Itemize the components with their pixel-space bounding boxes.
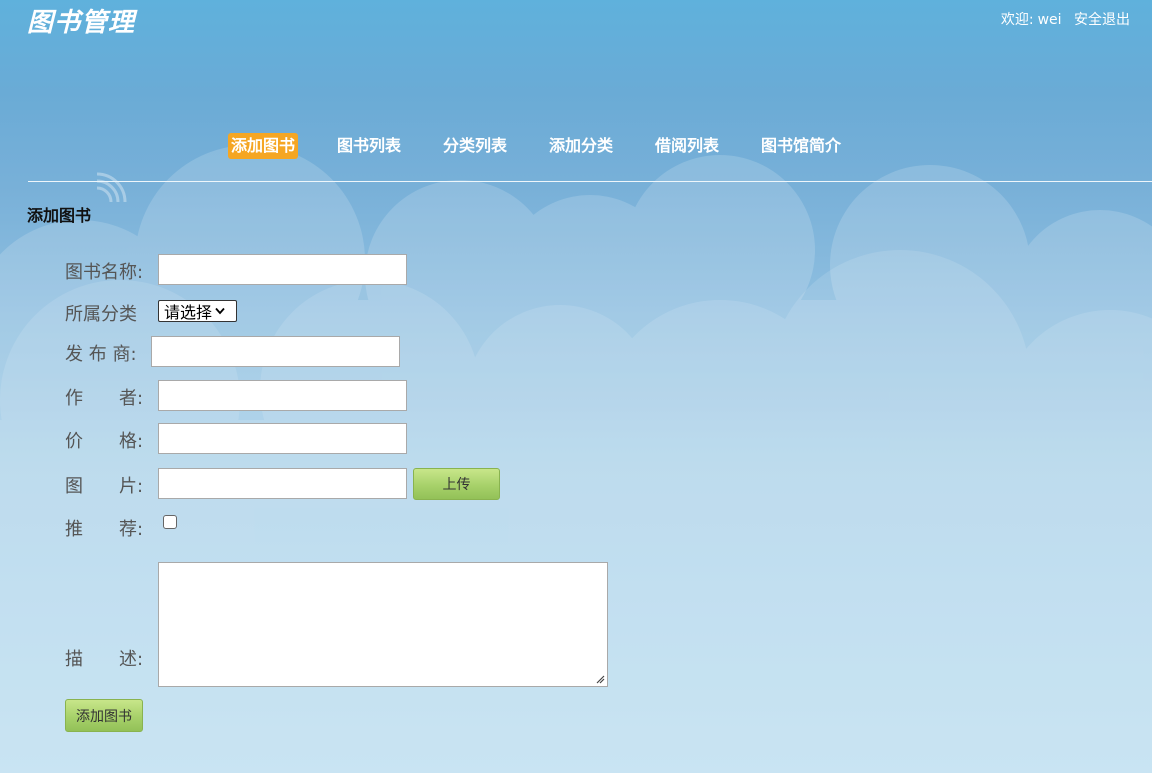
category-selected-value: 请选择 [164,303,213,322]
recommend-checkbox[interactable] [163,515,177,529]
logout-link[interactable]: 安全退出 [1074,12,1130,28]
app-logo: 图书管理 [27,8,136,38]
publisher-label: 发 布 商: [65,344,137,365]
chevron-down-icon [215,305,225,318]
price-label: 价 格: [65,431,144,452]
page-header: 图书管理 欢迎: wei 安全退出 添加图书 图书列表 分类列表 添加分类 借阅列… [0,0,1152,182]
header-divider [28,181,1152,182]
publisher-input[interactable] [151,336,400,367]
author-label: 作 者: [65,388,144,409]
book-name-input[interactable] [158,254,407,285]
image-input[interactable] [158,468,407,499]
nav-add-book[interactable]: 添加图书 [228,133,299,159]
category-label: 所属分类 [65,304,137,325]
user-bar: 欢迎: wei 安全退出 [997,9,1130,29]
recommend-label: 推 荐: [65,519,144,540]
category-select[interactable]: 请选择 [158,300,237,322]
image-label: 图 片: [65,476,144,497]
page-title: 添加图书 [27,206,92,225]
upload-button[interactable]: 上传 [413,468,500,500]
description-label: 描 述: [65,649,144,670]
username: wei [1037,12,1062,28]
book-name-label: 图书名称: [65,262,144,283]
description-textarea[interactable] [158,562,608,687]
welcome-text: 欢迎: [1000,12,1034,28]
add-book-button[interactable]: 添加图书 [65,699,143,732]
resize-grip-icon[interactable] [595,674,605,684]
author-input[interactable] [158,380,407,411]
price-input[interactable] [158,423,407,454]
nav-category-list[interactable]: 分类列表 [440,133,510,159]
nav-library-intro[interactable]: 图书馆简介 [758,133,844,159]
nav-borrow-list[interactable]: 借阅列表 [652,133,722,159]
nav-book-list[interactable]: 图书列表 [334,133,404,159]
nav-add-category[interactable]: 添加分类 [546,133,616,159]
